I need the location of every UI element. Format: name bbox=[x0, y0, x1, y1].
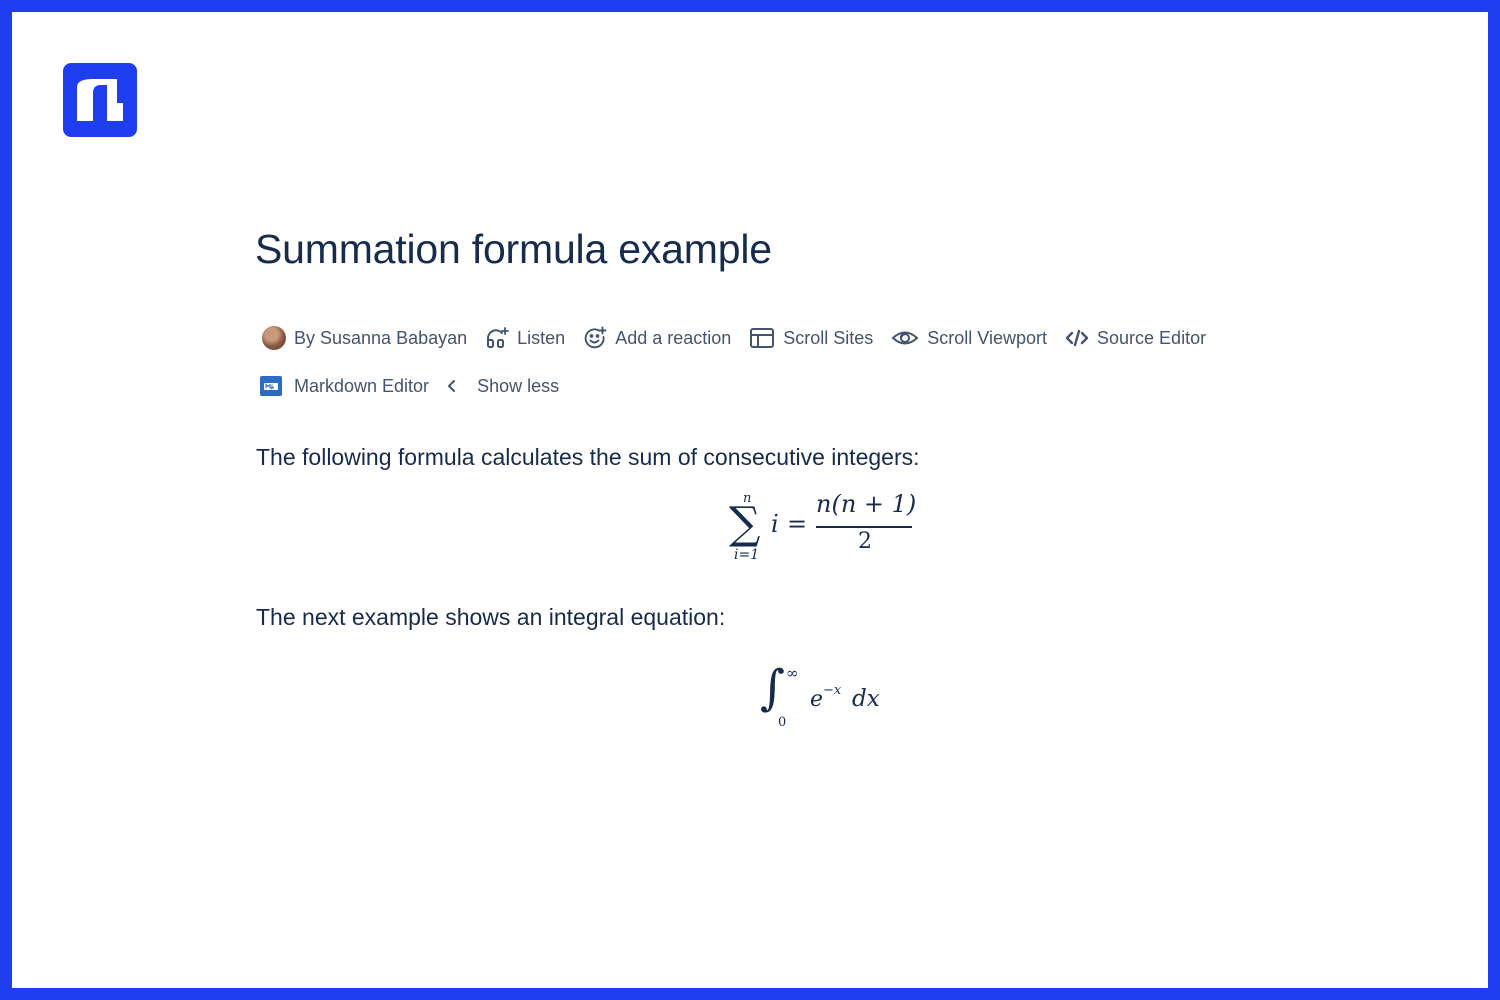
markdown-icon bbox=[260, 376, 282, 396]
sum-lower-limit: i=1 bbox=[734, 547, 760, 563]
sum-term: i bbox=[771, 510, 779, 538]
add-reaction-icon bbox=[583, 326, 607, 350]
integral-lower-limit: 0 bbox=[778, 715, 787, 730]
app-logo-icon[interactable] bbox=[63, 63, 137, 137]
avatar bbox=[262, 326, 286, 350]
markdown-editor-label: Markdown Editor bbox=[294, 375, 430, 396]
markdown-editor-button[interactable]: Markdown Editor bbox=[260, 376, 429, 397]
scroll-viewport-label: Scroll Viewport bbox=[927, 327, 1048, 348]
author-byline[interactable]: By Susanna Babayan bbox=[262, 326, 467, 350]
paragraph-integral-intro: The next example shows an integral equat… bbox=[256, 604, 726, 630]
fraction-bar bbox=[816, 526, 912, 528]
integral-upper-limit: ∞ bbox=[786, 664, 799, 682]
show-less-label: Show less bbox=[477, 375, 560, 396]
logo-mark bbox=[77, 79, 123, 121]
author-name: By Susanna Babayan bbox=[294, 327, 468, 348]
add-reaction-label: Add a reaction bbox=[615, 327, 732, 348]
exp-base: e bbox=[810, 687, 824, 712]
exp-power: −x bbox=[823, 683, 842, 698]
equals-sign: = bbox=[787, 510, 808, 538]
listen-button[interactable]: Listen bbox=[485, 326, 565, 350]
fraction-denominator: 2 bbox=[858, 529, 872, 554]
add-reaction-button[interactable]: Add a reaction bbox=[583, 326, 731, 350]
code-icon bbox=[1065, 326, 1089, 350]
page-meta-row-2: Markdown Editor Show less bbox=[260, 371, 577, 401]
source-editor-label: Source Editor bbox=[1097, 327, 1207, 348]
show-less-button[interactable]: Show less bbox=[447, 376, 559, 397]
scroll-sites-button[interactable]: Scroll Sites bbox=[749, 326, 873, 350]
differential: dx bbox=[852, 686, 880, 712]
layout-icon bbox=[749, 326, 775, 350]
scroll-sites-label: Scroll Sites bbox=[783, 327, 874, 348]
integral-formula: ∫ ∞ 0 e −x dx bbox=[760, 660, 900, 740]
scroll-viewport-button[interactable]: Scroll Viewport bbox=[891, 326, 1047, 350]
eye-icon bbox=[891, 326, 919, 350]
paragraph-sum-intro: The following formula calculates the sum… bbox=[256, 444, 920, 470]
sigma-symbol: ∑ bbox=[729, 498, 761, 549]
integral-symbol: ∫ bbox=[760, 660, 786, 716]
summation-formula: n ∑ i=1 i = n(n + 1) 2 bbox=[728, 490, 928, 580]
listen-label: Listen bbox=[517, 327, 566, 348]
page-title: Summation formula example bbox=[255, 226, 772, 272]
chevron-left-icon bbox=[447, 378, 457, 394]
fraction-numerator: n(n + 1) bbox=[816, 490, 917, 518]
headphones-icon bbox=[485, 326, 510, 350]
source-editor-button[interactable]: Source Editor bbox=[1065, 326, 1206, 350]
page-meta-row: By Susanna Babayan Listen Add a reaction… bbox=[262, 323, 1224, 353]
page-frame: Summation formula example By Susanna Bab… bbox=[12, 12, 1488, 988]
